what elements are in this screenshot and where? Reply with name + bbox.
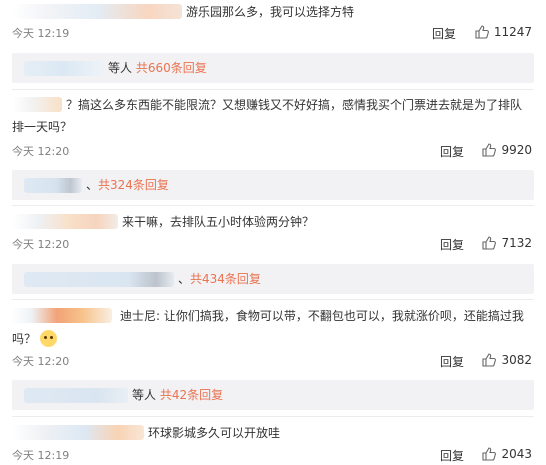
username-blurred[interactable]: [12, 97, 62, 112]
view-replies-link[interactable]: 共434条回复: [190, 272, 261, 286]
divider: [12, 416, 534, 417]
reply-button[interactable]: 回复: [440, 236, 464, 253]
view-replies-link[interactable]: 共660条回复: [136, 61, 207, 75]
username-blurred[interactable]: [12, 425, 144, 440]
comment-time: 今天 12:19: [12, 27, 70, 40]
username-blurred[interactable]: [12, 308, 112, 323]
sub-reply-box[interactable]: 等人 共660条回复: [12, 53, 534, 83]
reply-button[interactable]: 回复: [432, 25, 456, 42]
like-count: 7132: [501, 236, 532, 250]
username-blurred: [24, 178, 82, 193]
like-button[interactable]: 9920: [482, 143, 532, 157]
like-button[interactable]: 11247: [475, 25, 532, 39]
comment-time: 今天 12:20: [12, 355, 70, 368]
divider: [12, 205, 534, 206]
like-button[interactable]: 7132: [482, 236, 532, 250]
username-blurred[interactable]: [12, 4, 182, 19]
comment-text: 环球影城多久可以开放哇: [12, 423, 532, 444]
comment-time: 今天 12:20: [12, 238, 70, 251]
username-blurred: [24, 61, 104, 76]
like-button[interactable]: 3082: [482, 353, 532, 367]
divider: [12, 299, 534, 300]
comment-text-line2: 吗？: [12, 329, 532, 350]
reply-button[interactable]: 回复: [440, 447, 464, 464]
like-button[interactable]: 2043: [482, 447, 532, 461]
comment-text: ？搞这么多东西能不能限流？又想赚钱又不好好搞，感情我买个门票进去就是为了排队: [12, 95, 532, 116]
sub-reply-prefix: 、: [178, 272, 191, 286]
comment-time: 今天 12:20: [12, 145, 70, 158]
view-replies-link[interactable]: 共42条回复: [160, 388, 223, 402]
thumbs-up-icon: [482, 353, 497, 367]
like-count: 2043: [501, 447, 532, 461]
view-replies-link[interactable]: 共324条回复: [98, 178, 169, 192]
comment-time: 今天 12:19: [12, 449, 70, 462]
doge-emoji-icon: [40, 330, 58, 347]
username-blurred: [24, 272, 174, 287]
sub-reply-box[interactable]: 、共434条回复: [12, 264, 534, 294]
like-count: 9920: [501, 143, 532, 157]
sub-reply-box[interactable]: 、共324条回复: [12, 170, 534, 200]
comment-text: 来干嘛，去排队五小时体验两分钟？: [12, 212, 532, 233]
sub-reply-prefix: 等人: [108, 61, 133, 75]
like-count: 11247: [493, 25, 532, 39]
thumbs-up-icon: [482, 236, 497, 250]
reply-button[interactable]: 回复: [440, 353, 464, 370]
like-count: 3082: [501, 353, 532, 367]
thumbs-up-icon: [482, 447, 497, 461]
username-blurred[interactable]: [12, 214, 118, 229]
sub-reply-prefix: 、: [86, 178, 99, 192]
comment-text: 迪士尼: 让你们搞我，食物可以带，不翻包也可以，我就涨价呗，还能搞过我: [12, 306, 532, 327]
divider: [12, 89, 534, 90]
comment-text: 游乐园那么多，我可以选择方特: [12, 2, 532, 23]
username-blurred: [24, 388, 128, 403]
thumbs-up-icon: [475, 25, 489, 39]
sub-reply-prefix: 等人: [132, 388, 157, 402]
comment-text-line2: 排一天吗？: [12, 120, 73, 134]
sub-reply-box[interactable]: 等人 共42条回复: [12, 380, 534, 410]
thumbs-up-icon: [482, 143, 497, 157]
reply-button[interactable]: 回复: [440, 143, 464, 160]
